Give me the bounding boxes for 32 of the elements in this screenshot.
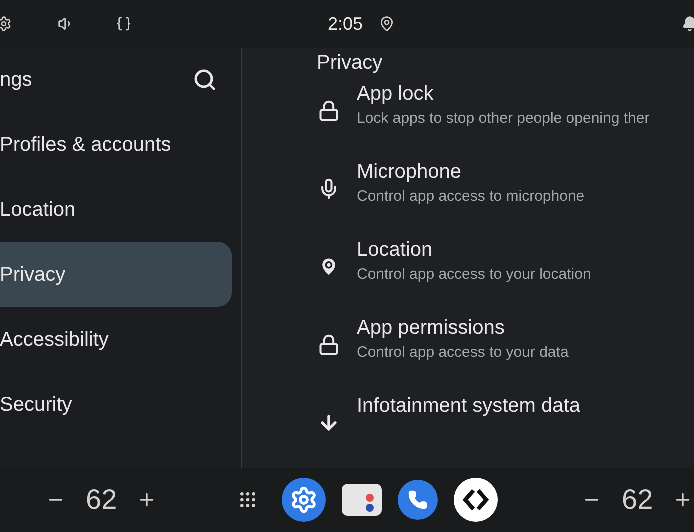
clock-time: 2:05 bbox=[328, 13, 364, 36]
sidebar-item[interactable]: Accessibility bbox=[0, 307, 232, 372]
setting-description: Control app access to microphone bbox=[357, 187, 585, 207]
setting-title[interactable]: App permissions bbox=[357, 314, 569, 342]
lock-icon bbox=[318, 100, 340, 122]
assistant-app-icon[interactable] bbox=[342, 484, 382, 516]
location-pin-icon bbox=[379, 16, 396, 32]
settings-title: ngs bbox=[0, 68, 32, 93]
braces-icon[interactable] bbox=[116, 16, 132, 32]
setting-description: Control app access to your data bbox=[357, 343, 569, 363]
setting-title[interactable]: App lock bbox=[357, 80, 650, 108]
settings-app-icon[interactable] bbox=[282, 478, 326, 522]
sidebar-item[interactable]: Profiles & accounts bbox=[0, 112, 232, 177]
lock-icon bbox=[318, 334, 340, 356]
logo-app-icon[interactable] bbox=[454, 478, 498, 522]
notification-bell-icon[interactable] bbox=[682, 16, 694, 32]
sidebar-item[interactable]: Location bbox=[0, 177, 232, 242]
temperature-value: 62 bbox=[86, 483, 118, 517]
app-grid-icon[interactable] bbox=[238, 490, 258, 510]
page-title: Privacy bbox=[317, 51, 383, 76]
setting-description: Control app access to your location bbox=[357, 265, 592, 285]
phone-app-icon[interactable] bbox=[398, 480, 438, 520]
setting-title[interactable]: Microphone bbox=[357, 158, 585, 186]
sidebar-item[interactable]: Privacy bbox=[0, 242, 232, 307]
sidebar-item[interactable]: Security bbox=[0, 372, 232, 437]
setting-title[interactable]: Infotainment system data bbox=[357, 392, 580, 420]
settings-icon[interactable] bbox=[0, 16, 12, 32]
search-icon[interactable] bbox=[193, 68, 217, 92]
setting-title[interactable]: Location bbox=[357, 236, 592, 264]
temperature-value: 62 bbox=[622, 483, 654, 517]
setting-description: Lock apps to stop other people opening ther bbox=[357, 109, 650, 129]
down-arrow-icon bbox=[318, 412, 340, 434]
